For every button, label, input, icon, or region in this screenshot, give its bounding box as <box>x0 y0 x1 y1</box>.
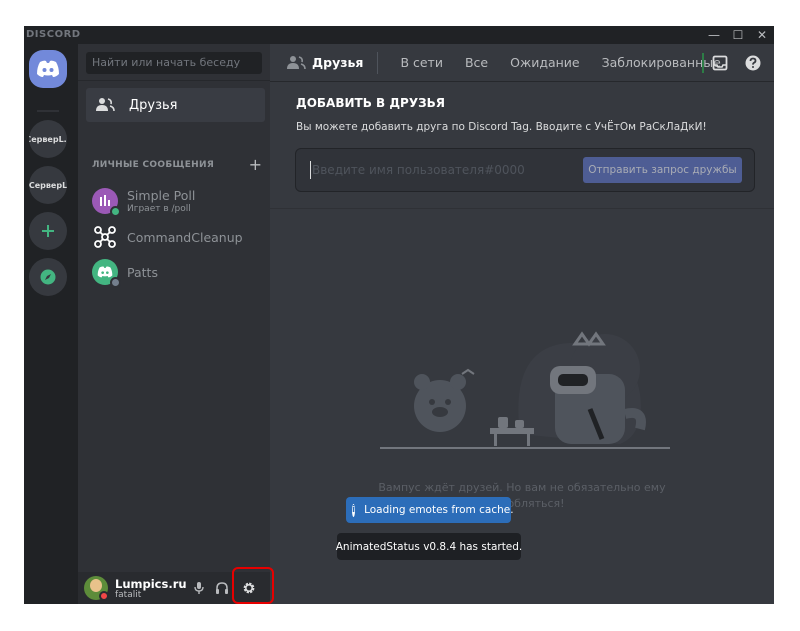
dm-item-patts[interactable]: Patts <box>86 254 265 290</box>
send-friend-request-button[interactable]: Отправить запрос дружбы <box>583 157 742 183</box>
toolbar-friends-title: Друзья <box>286 55 363 71</box>
status-dnd-indicator <box>99 591 109 601</box>
sidebar-item-friends[interactable]: Друзья <box>86 88 265 122</box>
settings-highlight-frame <box>232 567 274 604</box>
dm-sidebar: Найти или начать беседу Друзья ЛИЧНЫЕ СО… <box>78 44 270 604</box>
add-friend-tab-edge[interactable] <box>702 53 704 73</box>
help-icon[interactable] <box>744 54 762 72</box>
dm-name: CommandCleanup <box>127 229 243 245</box>
molecule-icon <box>94 226 116 248</box>
add-friend-heading: ДОБАВИТЬ В ДРУЗЬЯ <box>296 96 445 110</box>
dm-section-header: ЛИЧНЫЕ СООБЩЕНИЯ + <box>92 157 262 173</box>
inbox-icon[interactable] <box>711 54 729 72</box>
wumpus-bear-icon <box>414 368 475 432</box>
discord-logo-icon <box>37 60 59 77</box>
add-friend-form: Отправить запрос дружбы <box>295 148 755 192</box>
avatar <box>92 224 118 250</box>
dm-item-commandcleanup[interactable]: CommandCleanup <box>86 219 265 255</box>
avatar-face <box>90 579 102 592</box>
microphone-icon[interactable] <box>191 580 207 596</box>
window-controls: — ☐ ✕ <box>702 26 774 44</box>
minimize-button[interactable]: — <box>702 26 726 44</box>
close-button[interactable]: ✕ <box>750 26 774 44</box>
discord-logo-icon <box>97 266 113 278</box>
dm-name: Patts <box>127 264 158 280</box>
add-server-button[interactable] <box>29 212 67 250</box>
tab-online[interactable]: В сети <box>400 55 443 70</box>
explore-servers-button[interactable] <box>29 258 67 296</box>
server-divider <box>37 110 59 112</box>
plugin-started-toast: AnimatedStatus v0.8.4 has started. <box>336 533 522 560</box>
add-friend-description: Вы можете добавить друга по Discord Tag.… <box>296 121 707 133</box>
headphones-icon[interactable] <box>214 580 230 596</box>
tab-pending[interactable]: Ожидание <box>510 55 580 70</box>
status-offline-indicator <box>110 277 121 288</box>
tab-all[interactable]: Все <box>465 55 488 70</box>
friends-icon <box>286 55 306 71</box>
poll-bars-icon <box>100 195 110 206</box>
username: Lumpics.ru <box>115 577 187 591</box>
dm-activity: Играет в /poll <box>127 204 191 214</box>
avatar <box>92 188 121 217</box>
dm-name: Simple Poll <box>127 188 196 203</box>
compass-icon <box>40 269 56 285</box>
wumpus-waiting-illustration <box>380 331 670 449</box>
friends-icon <box>95 96 117 114</box>
toolbar-divider <box>377 51 379 74</box>
server-list: СерверL.r СерверL <box>24 44 78 604</box>
server-icon-1[interactable]: СерверL.r <box>29 120 67 158</box>
plus-icon <box>42 225 54 237</box>
username-tag-input[interactable] <box>310 161 570 179</box>
loading-emotes-toast: i Loading emotes from cache. <box>346 497 514 523</box>
maximize-button[interactable]: ☐ <box>726 26 750 44</box>
dm-section-title: ЛИЧНЫЕ СООБЩЕНИЯ <box>92 160 215 170</box>
create-dm-button[interactable]: + <box>249 157 262 173</box>
server-label: СерверL.r <box>29 134 67 144</box>
info-icon: i <box>352 503 356 517</box>
search-input[interactable]: Найти или начать беседу <box>86 52 262 74</box>
server-label: СерверL <box>29 180 67 190</box>
dm-item-simple-poll[interactable]: Simple Poll Играет в /poll <box>86 183 265 219</box>
app-brand: DISCORD <box>26 29 81 40</box>
avatar <box>92 259 121 288</box>
toast-text: Loading emotes from cache. <box>364 504 514 516</box>
friends-toolbar: Друзья В сети Все Ожидание Заблокированн… <box>270 44 774 82</box>
section-divider <box>270 208 774 209</box>
server-icon-2[interactable]: СерверL <box>29 166 67 204</box>
search-divider <box>78 80 270 81</box>
home-button[interactable] <box>29 50 67 88</box>
user-tag: fatalit <box>115 590 142 600</box>
status-online-indicator <box>110 206 121 217</box>
sidebar-item-label: Друзья <box>129 97 178 113</box>
toolbar-title: Друзья <box>312 55 364 70</box>
title-bar: DISCORD — ☐ ✕ <box>24 26 774 44</box>
